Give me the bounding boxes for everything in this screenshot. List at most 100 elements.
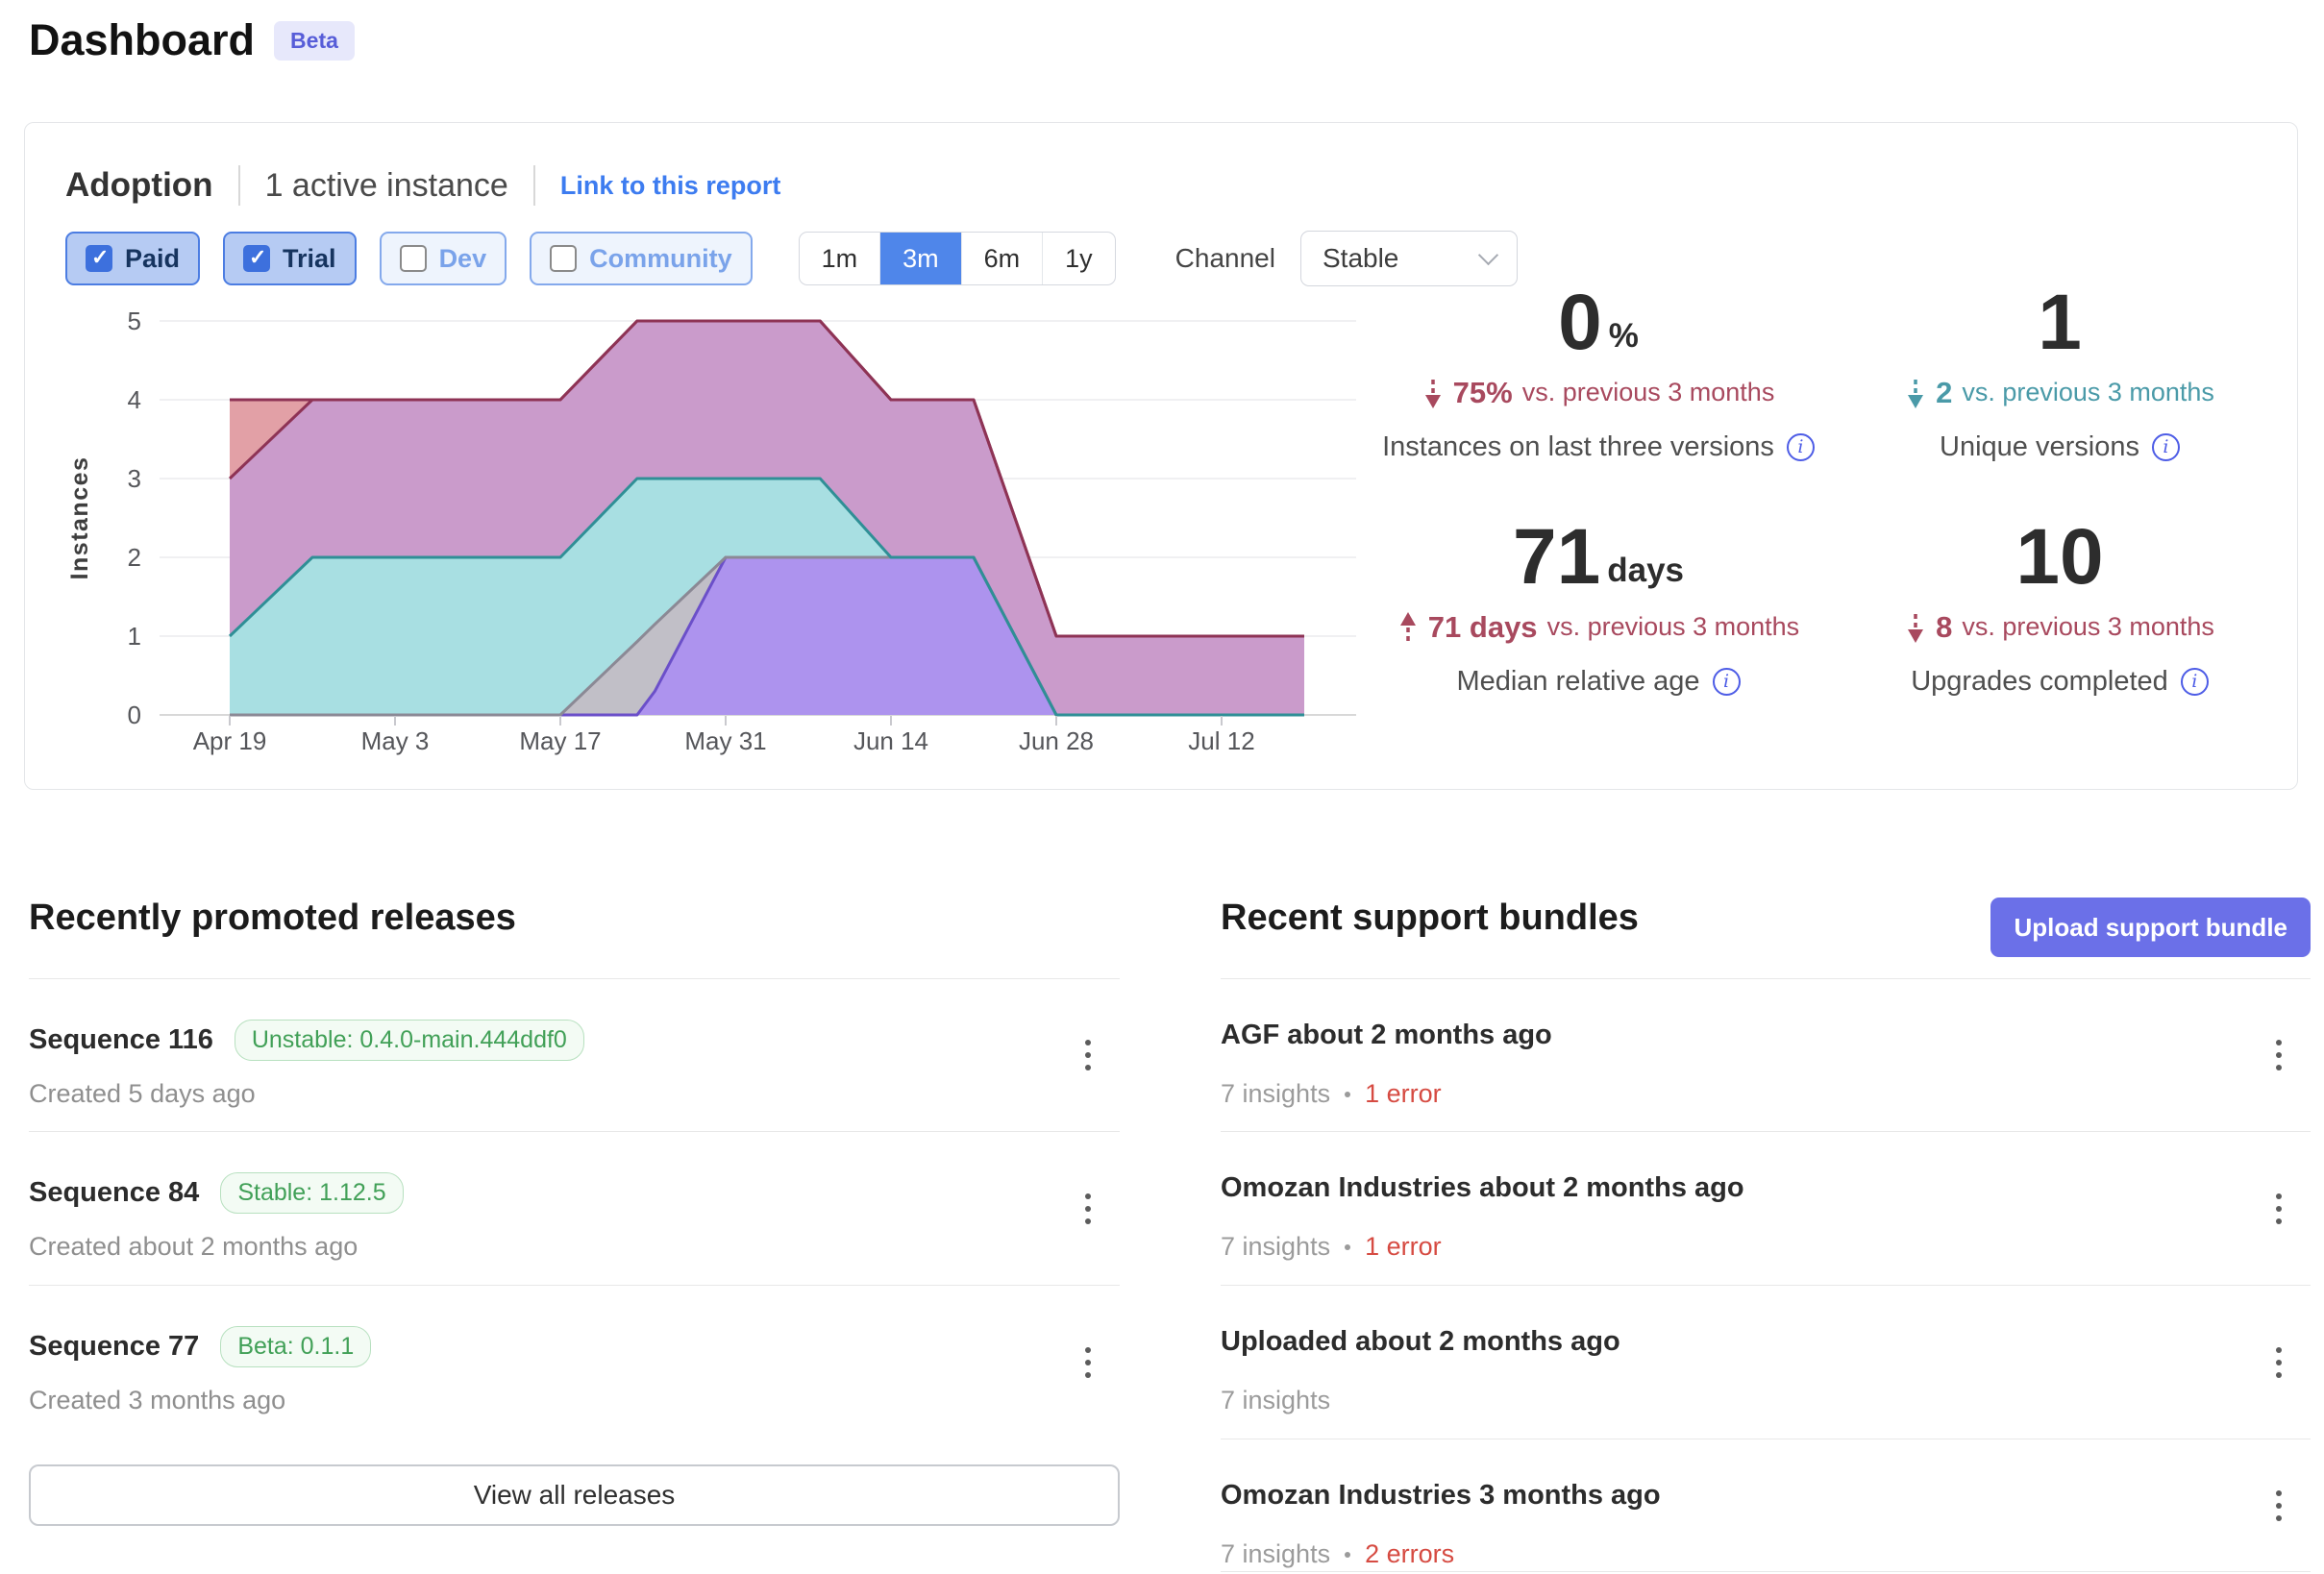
info-icon[interactable] bbox=[2181, 668, 2209, 696]
bundle-title: Omozan Industries 3 months ago bbox=[1221, 1480, 1661, 1512]
adoption-card-header: Adoption 1 active instance Link to this … bbox=[65, 165, 780, 206]
svg-text:3: 3 bbox=[128, 464, 141, 493]
checkbox-icon bbox=[86, 245, 112, 272]
filter-chip-paid[interactable]: Paid bbox=[65, 232, 200, 285]
svg-text:4: 4 bbox=[128, 385, 141, 414]
page-header: Dashboard Beta bbox=[29, 15, 355, 65]
kebab-menu-button[interactable] bbox=[1077, 1186, 1099, 1232]
svg-text:Instances: Instances bbox=[68, 456, 93, 580]
info-icon[interactable] bbox=[1713, 668, 1741, 696]
bundle-row[interactable]: AGF about 2 months ago 7 insights 1 erro… bbox=[1221, 978, 2311, 1132]
time-range-group: 1m 3m 6m 1y bbox=[799, 232, 1116, 285]
stat-caption: Upgrades completed bbox=[1829, 666, 2290, 698]
stat-upgrades-completed: 10 8 vs. previous 3 months Upgrades comp… bbox=[1829, 520, 2290, 698]
bundle-row[interactable]: Omozan Industries about 2 months ago 7 i… bbox=[1221, 1132, 2311, 1286]
svg-text:2: 2 bbox=[128, 543, 141, 572]
bundle-error-count: 2 errors bbox=[1365, 1539, 1454, 1569]
header-separator bbox=[238, 165, 240, 206]
channel-select[interactable]: Stable bbox=[1300, 231, 1518, 286]
header-separator bbox=[533, 165, 535, 206]
release-channel-badge: Stable: 1.12.5 bbox=[220, 1172, 403, 1214]
filter-chip-dev[interactable]: Dev bbox=[380, 232, 507, 285]
stat-instances-last-three-versions: 0 % 75% vs. previous 3 months Instances … bbox=[1368, 285, 1829, 463]
adoption-title: Adoption bbox=[65, 166, 213, 205]
bundle-title: AGF about 2 months ago bbox=[1221, 1020, 1552, 1051]
bundle-row[interactable]: Uploaded about 2 months ago 7 insights bbox=[1221, 1286, 2311, 1439]
trend-up-arrow-icon bbox=[1397, 611, 1419, 644]
stat-unique-versions: 1 2 vs. previous 3 months Unique version… bbox=[1829, 285, 2290, 463]
range-button-1m[interactable]: 1m bbox=[800, 233, 881, 284]
kebab-menu-button[interactable] bbox=[1077, 1340, 1099, 1386]
checkbox-icon bbox=[243, 245, 270, 272]
stat-trend: 2 vs. previous 3 months bbox=[1829, 376, 2290, 410]
bundle-error-count: 1 error bbox=[1365, 1232, 1442, 1262]
filter-chip-trial[interactable]: Trial bbox=[223, 232, 357, 285]
svg-text:May 3: May 3 bbox=[361, 726, 430, 755]
trend-down-arrow-icon bbox=[1422, 377, 1444, 409]
kebab-menu-button[interactable] bbox=[2268, 1340, 2289, 1386]
kebab-menu-button[interactable] bbox=[2268, 1186, 2289, 1232]
bundle-error-count: 1 error bbox=[1365, 1079, 1442, 1109]
dot-separator bbox=[1345, 1552, 1350, 1558]
filter-label: Trial bbox=[283, 244, 336, 274]
bundle-meta: 7 insights bbox=[1221, 1386, 1330, 1415]
release-title: Sequence 77 bbox=[29, 1331, 199, 1363]
kebab-menu-button[interactable] bbox=[2268, 1032, 2289, 1078]
filter-row: Paid Trial Dev Community 1m 3m 6m 1y Cha… bbox=[65, 231, 1518, 286]
release-row[interactable]: Sequence 84 Stable: 1.12.5 Created about… bbox=[29, 1132, 1120, 1286]
chevron-down-icon bbox=[1478, 245, 1498, 265]
view-all-releases-button[interactable]: View all releases bbox=[29, 1464, 1120, 1526]
beta-badge: Beta bbox=[274, 21, 355, 61]
release-row[interactable]: Sequence 77 Beta: 0.1.1 Created 3 months… bbox=[29, 1286, 1120, 1439]
bundles-heading: Recent support bundles bbox=[1221, 898, 1639, 939]
filter-chip-community[interactable]: Community bbox=[530, 232, 753, 285]
upload-support-bundle-button[interactable]: Upload support bundle bbox=[1990, 898, 2311, 957]
stat-caption: Median relative age bbox=[1368, 666, 1829, 698]
filter-label: Dev bbox=[439, 244, 487, 274]
bundle-meta: 7 insights 1 error bbox=[1221, 1232, 1442, 1262]
release-row[interactable]: Sequence 116 Unstable: 0.4.0-main.444ddf… bbox=[29, 978, 1120, 1132]
dot-separator bbox=[1345, 1092, 1350, 1097]
release-title: Sequence 116 bbox=[29, 1024, 213, 1056]
bundle-title: Omozan Industries about 2 months ago bbox=[1221, 1172, 1744, 1204]
stat-big-value: 71 days bbox=[1368, 520, 1829, 595]
adoption-chart: Apr 19May 3May 17May 31Jun 14Jun 28Jul 1… bbox=[68, 296, 1414, 796]
checkbox-icon bbox=[550, 245, 577, 272]
release-channel-badge: Beta: 0.1.1 bbox=[220, 1326, 371, 1367]
stat-big-value: 1 bbox=[1829, 285, 2290, 360]
svg-text:Jun 14: Jun 14 bbox=[853, 726, 928, 755]
range-button-1y[interactable]: 1y bbox=[1043, 233, 1115, 284]
release-created: Created about 2 months ago bbox=[29, 1232, 358, 1262]
svg-text:0: 0 bbox=[128, 701, 141, 729]
dot-separator bbox=[1345, 1244, 1350, 1250]
stat-caption: Unique versions bbox=[1829, 431, 2290, 463]
filter-label: Community bbox=[589, 244, 732, 274]
bundle-row[interactable]: Omozan Industries 3 months ago 7 insight… bbox=[1221, 1439, 2311, 1572]
range-button-6m[interactable]: 6m bbox=[962, 233, 1044, 284]
active-instance-count: 1 active instance bbox=[265, 167, 508, 205]
svg-text:Apr 19: Apr 19 bbox=[193, 726, 267, 755]
release-created: Created 5 days ago bbox=[29, 1079, 256, 1109]
link-to-report[interactable]: Link to this report bbox=[560, 171, 781, 201]
bundle-meta: 7 insights 2 errors bbox=[1221, 1539, 1454, 1569]
stat-median-relative-age: 71 days 71 days vs. previous 3 months Me… bbox=[1368, 520, 1829, 698]
channel-select-value: Stable bbox=[1323, 243, 1398, 274]
releases-heading: Recently promoted releases bbox=[29, 898, 516, 939]
stat-big-value: 10 bbox=[1829, 520, 2290, 595]
info-icon[interactable] bbox=[1787, 433, 1815, 461]
svg-text:May 17: May 17 bbox=[519, 726, 601, 755]
stat-caption: Instances on last three versions bbox=[1368, 431, 1829, 463]
bundle-title: Uploaded about 2 months ago bbox=[1221, 1326, 1620, 1358]
info-icon[interactable] bbox=[2152, 433, 2180, 461]
kebab-menu-button[interactable] bbox=[2268, 1483, 2289, 1529]
svg-text:May 31: May 31 bbox=[684, 726, 766, 755]
trend-down-arrow-icon bbox=[1905, 611, 1926, 644]
stat-trend: 8 vs. previous 3 months bbox=[1829, 610, 2290, 645]
page-title: Dashboard bbox=[29, 15, 255, 65]
range-button-3m[interactable]: 3m bbox=[880, 233, 962, 284]
adoption-card: Adoption 1 active instance Link to this … bbox=[24, 122, 2298, 790]
release-channel-badge: Unstable: 0.4.0-main.444ddf0 bbox=[235, 1020, 584, 1061]
channel-label: Channel bbox=[1175, 243, 1275, 274]
release-created: Created 3 months ago bbox=[29, 1386, 285, 1415]
kebab-menu-button[interactable] bbox=[1077, 1032, 1099, 1078]
